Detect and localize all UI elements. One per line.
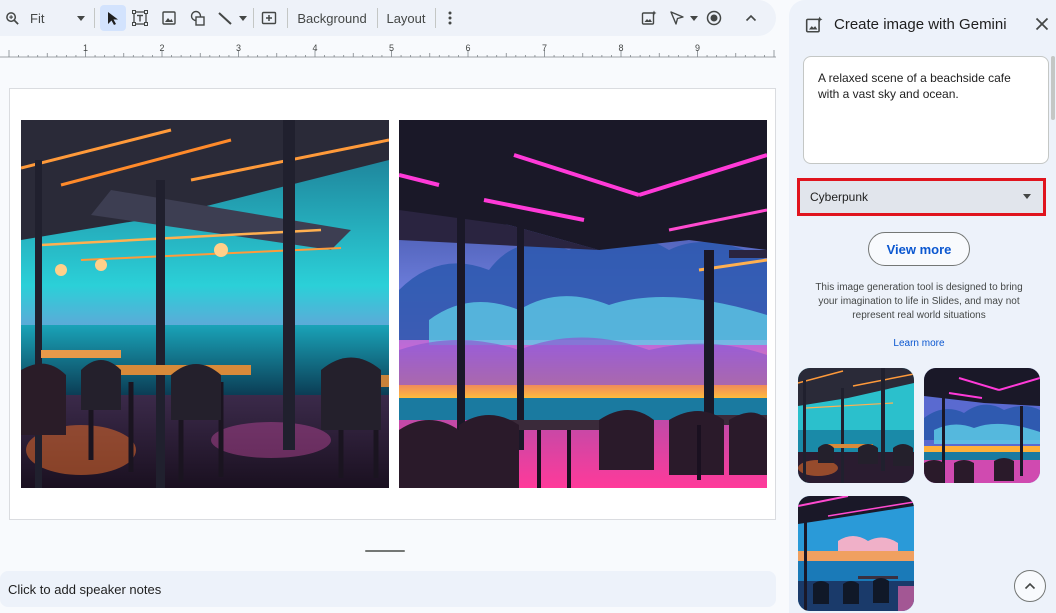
ruler-number: 6: [465, 43, 470, 53]
ruler-number: 5: [389, 43, 394, 53]
style-select[interactable]: Cyberpunk: [797, 178, 1046, 216]
speaker-notes-placeholder: Click to add speaker notes: [8, 581, 162, 597]
ruler-number: 4: [312, 43, 317, 53]
close-icon[interactable]: [1035, 17, 1049, 31]
shape-icon[interactable]: [189, 0, 207, 36]
gemini-image-icon[interactable]: [640, 0, 658, 36]
prompt-input[interactable]: A relaxed scene of a beachside cafe with…: [803, 56, 1049, 164]
divider: [377, 8, 378, 28]
toolbar: Fit Background Layout: [0, 0, 776, 36]
divider: [287, 8, 288, 28]
chevron-up-icon: [1024, 582, 1036, 590]
zoom-select[interactable]: Fit: [30, 0, 54, 36]
ruler-number: 3: [236, 43, 241, 53]
cyberpunk-cafe-image-right[interactable]: [399, 120, 767, 488]
speaker-notes[interactable]: Click to add speaker notes: [0, 571, 776, 607]
ruler-number: 9: [695, 43, 700, 53]
laser-pointer-icon[interactable]: [668, 0, 686, 36]
image-icon[interactable]: [160, 0, 178, 36]
ruler-number: 7: [542, 43, 547, 53]
slide[interactable]: [9, 88, 776, 520]
ruler-number: 8: [618, 43, 623, 53]
zoom-icon[interactable]: [4, 0, 20, 36]
record-icon[interactable]: [705, 0, 723, 36]
more-vert-icon[interactable]: [444, 0, 456, 36]
background-button[interactable]: Background: [297, 0, 366, 36]
panel-title: Create image with Gemini: [834, 16, 1007, 33]
gemini-image-icon: [805, 16, 823, 34]
ruler-number: 2: [159, 43, 164, 53]
view-more-button[interactable]: View more: [868, 232, 970, 266]
select-cursor-icon[interactable]: [104, 0, 122, 36]
slide-canvas[interactable]: [0, 60, 776, 570]
divider: [253, 8, 254, 28]
divider: [94, 8, 95, 28]
ruler-number: 1: [83, 43, 88, 53]
layout-button[interactable]: Layout: [386, 0, 426, 36]
new-slide-icon[interactable]: [260, 0, 278, 36]
learn-more-link[interactable]: Learn more: [789, 338, 1049, 349]
generated-image-thumbnail[interactable]: [798, 368, 914, 483]
horizontal-ruler: 1 2 3 4 5 6 7 8 9: [0, 36, 776, 60]
gemini-panel: Create image with Gemini A relaxed scene…: [789, 0, 1056, 613]
text-box-icon[interactable]: [131, 0, 149, 36]
style-select-value: Cyberpunk: [810, 190, 869, 204]
chevron-up-icon[interactable]: [742, 0, 760, 36]
zoom-dropdown-icon[interactable]: [76, 0, 86, 36]
notes-resize-handle[interactable]: [365, 550, 405, 552]
divider: [435, 8, 436, 28]
chevron-down-icon: [1023, 194, 1031, 199]
scroll-top-button[interactable]: [1014, 570, 1046, 602]
disclaimer-text: This image generation tool is designed t…: [815, 282, 1023, 321]
cyberpunk-cafe-image-left[interactable]: [21, 120, 389, 488]
pointer-dropdown-icon[interactable]: [689, 0, 699, 36]
generated-image-thumbnail[interactable]: [924, 368, 1040, 483]
generated-image-thumbnail[interactable]: [798, 496, 914, 611]
line-dropdown-icon[interactable]: [238, 0, 248, 36]
line-icon[interactable]: [216, 0, 234, 36]
panel-scrollbar[interactable]: [1051, 56, 1055, 120]
